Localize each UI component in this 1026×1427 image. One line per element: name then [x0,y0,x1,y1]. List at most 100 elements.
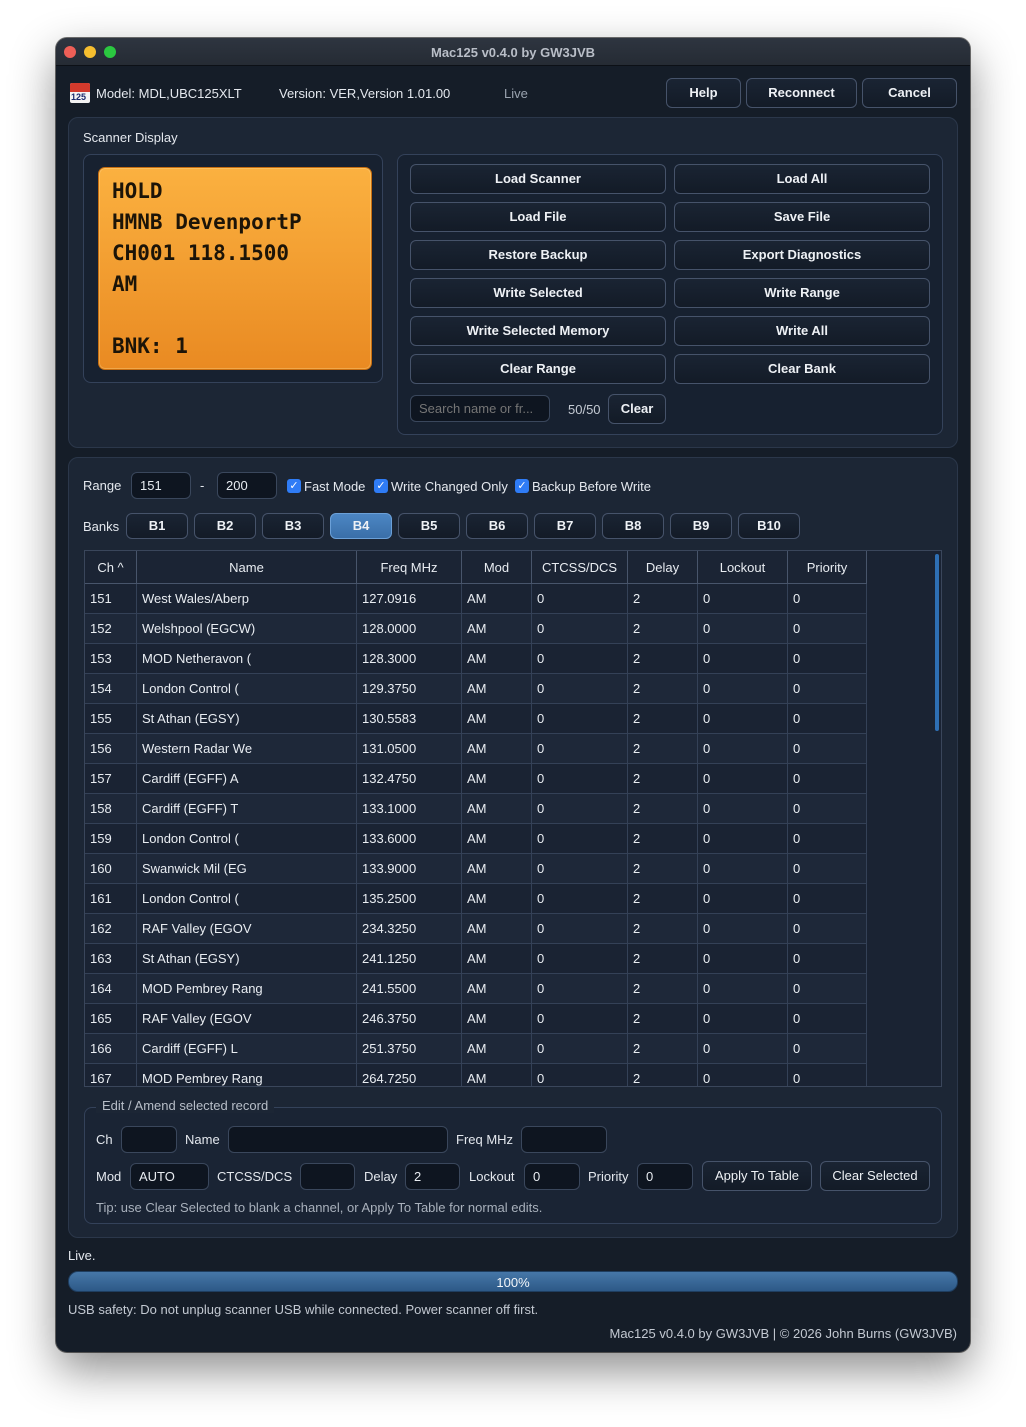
column-header-name[interactable]: Name [137,551,357,584]
table-row[interactable]: 165 RAF Valley (EGOV 246.3750 AM 0 2 0 0 [85,1004,867,1034]
table-row[interactable]: 158 Cardiff (EGFF) T 133.1000 AM 0 2 0 0 [85,794,867,824]
bank-tab-b8[interactable]: B8 [602,513,664,539]
bank-tab-b5[interactable]: B5 [398,513,460,539]
table-row[interactable]: 166 Cardiff (EGFF) L 251.3750 AM 0 2 0 0 [85,1034,867,1064]
table-row[interactable]: 162 RAF Valley (EGOV 234.3250 AM 0 2 0 0 [85,914,867,944]
column-header-freq[interactable]: Freq MHz [357,551,462,584]
backup-before-write-label: Backup Before Write [532,479,651,494]
write-changed-only-checkbox[interactable]: ✓ [374,479,388,493]
cell-mod: AM [462,734,532,764]
load-file-button[interactable]: Load File [410,202,666,232]
column-header-delay[interactable]: Delay [628,551,698,584]
cell-lockout: 0 [698,944,788,974]
bank-tab-b4[interactable]: B4 [330,513,392,539]
cell-priority: 0 [788,734,867,764]
edit-mod-input[interactable]: AUTO [130,1163,209,1190]
title-bar[interactable]: Mac125 v0.4.0 by GW3JVB [56,38,970,66]
bank-tab-b10[interactable]: B10 [738,513,800,539]
table-row[interactable]: 157 Cardiff (EGFF) A 132.4750 AM 0 2 0 0 [85,764,867,794]
bank-tab-b9[interactable]: B9 [670,513,732,539]
cell-priority: 0 [788,704,867,734]
clear-bank-button[interactable]: Clear Bank [674,354,930,384]
cell-priority: 0 [788,584,867,614]
cell-priority: 0 [788,974,867,1004]
column-header-ch[interactable]: Ch ^ [85,551,137,584]
column-header-lockout[interactable]: Lockout [698,551,788,584]
write-all-button[interactable]: Write All [674,316,930,346]
cell-mod: AM [462,674,532,704]
clear-range-button[interactable]: Clear Range [410,354,666,384]
edit-lockout-input[interactable]: 0 [524,1163,580,1190]
edit-name-input[interactable] [228,1126,448,1153]
cell-ctcss: 0 [532,584,628,614]
cell-delay: 2 [628,944,698,974]
edit-freq-label: Freq MHz [456,1132,514,1147]
bank-tab-b3[interactable]: B3 [262,513,324,539]
cell-freq: 128.3000 [357,644,462,674]
edit-freq-input[interactable] [521,1126,607,1153]
table-row[interactable]: 156 Western Radar We 131.0500 AM 0 2 0 0 [85,734,867,764]
backup-before-write-checkbox[interactable]: ✓ [515,479,529,493]
search-clear-button[interactable]: Clear [608,394,666,424]
table-row[interactable]: 152 Welshpool (EGCW) 128.0000 AM 0 2 0 0 [85,614,867,644]
cell-lockout: 0 [698,584,788,614]
cell-lockout: 0 [698,824,788,854]
range-to-input[interactable]: 200 [217,472,277,499]
apply-to-table-button[interactable]: Apply To Table [702,1161,812,1191]
edit-priority-input[interactable]: 0 [637,1163,693,1190]
table-row[interactable]: 151 West Wales/Aberp 127.0916 AM 0 2 0 0 [85,584,867,614]
table-row[interactable]: 161 London Control (135.2500 AM 0 2 0 0 [85,884,867,914]
table-row[interactable]: 163 St Athan (EGSY) 241.1250 AM 0 2 0 0 [85,944,867,974]
table-scrollbar[interactable] [935,554,939,731]
export-diagnostics-button[interactable]: Export Diagnostics [674,240,930,270]
reconnect-button[interactable]: Reconnect [746,78,857,108]
app-window: Mac125 v0.4.0 by GW3JVB 125 Model: MDL,U… [56,38,970,1352]
edit-ctcss-input[interactable] [300,1163,355,1190]
table-row[interactable]: 167 MOD Pembrey Rang 264.7250 AM 0 2 0 0 [85,1064,867,1086]
edit-ch-input[interactable] [121,1126,177,1153]
cell-priority: 0 [788,914,867,944]
table-row[interactable]: 155 St Athan (EGSY) 130.5583 AM 0 2 0 0 [85,704,867,734]
window-title: Mac125 v0.4.0 by GW3JVB [430,45,596,60]
cell-name: Cardiff (EGFF) T [137,794,357,824]
banks-label: Banks [83,519,120,534]
cancel-button[interactable]: Cancel [862,78,957,108]
help-button[interactable]: Help [666,78,741,108]
channel-table[interactable]: Ch ^ Name Freq MHz Mod CTCSS/DCS Delay L… [84,550,942,1087]
write-range-button[interactable]: Write Range [674,278,930,308]
progress-bar: 100% [68,1271,958,1292]
bank-tab-b7[interactable]: B7 [534,513,596,539]
column-header-mod[interactable]: Mod [462,551,532,584]
write-selected-button[interactable]: Write Selected [410,278,666,308]
load-scanner-button[interactable]: Load Scanner [410,164,666,194]
bank-tab-b6[interactable]: B6 [466,513,528,539]
bank-tab-b1[interactable]: B1 [126,513,188,539]
search-input[interactable] [410,395,550,422]
save-file-button[interactable]: Save File [674,202,930,232]
edit-delay-input[interactable]: 2 [405,1163,460,1190]
clear-selected-button[interactable]: Clear Selected [820,1161,930,1191]
range-from-input[interactable]: 151 [131,472,191,499]
cell-delay: 2 [628,1064,698,1086]
cell-freq: 130.5583 [357,704,462,734]
edit-priority-label: Priority [588,1169,629,1184]
table-row[interactable]: 153 MOD Netheravon (128.3000 AM 0 2 0 0 [85,644,867,674]
lcd-line-1: HOLD [112,179,163,203]
cell-ch: 153 [85,644,137,674]
restore-backup-button[interactable]: Restore Backup [410,240,666,270]
load-all-button[interactable]: Load All [674,164,930,194]
column-header-priority[interactable]: Priority [788,551,867,584]
cell-name: St Athan (EGSY) [137,704,357,734]
cell-freq: 234.3250 [357,914,462,944]
table-row[interactable]: 164 MOD Pembrey Rang 241.5500 AM 0 2 0 0 [85,974,867,1004]
write-selected-memory-button[interactable]: Write Selected Memory [410,316,666,346]
cell-ch: 160 [85,854,137,884]
fast-mode-checkbox[interactable]: ✓ [287,479,301,493]
bank-tab-b2[interactable]: B2 [194,513,256,539]
cell-priority: 0 [788,884,867,914]
table-row[interactable]: 160 Swanwick Mil (EG 133.9000 AM 0 2 0 0 [85,854,867,884]
column-header-ctcss[interactable]: CTCSS/DCS [532,551,628,584]
cell-priority: 0 [788,1004,867,1034]
table-row[interactable]: 154 London Control (129.3750 AM 0 2 0 0 [85,674,867,704]
table-row[interactable]: 159 London Control (133.6000 AM 0 2 0 0 [85,824,867,854]
